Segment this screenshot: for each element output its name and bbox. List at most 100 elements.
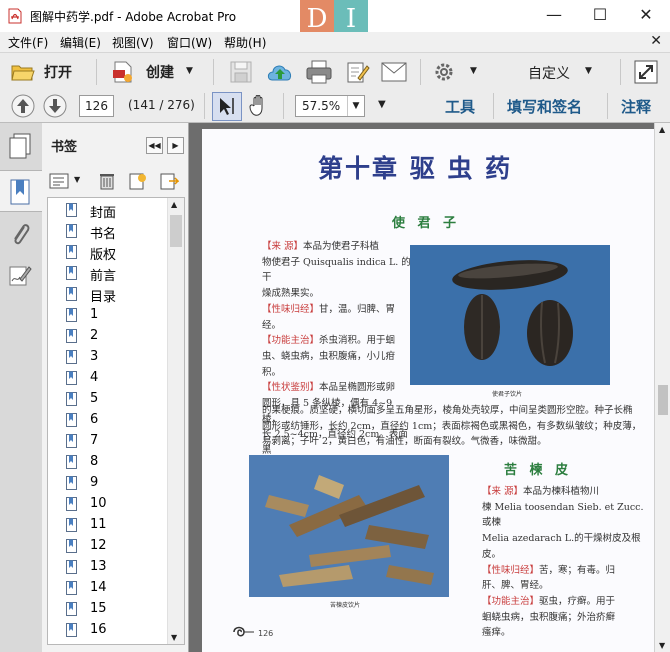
customize-dropdown-icon: ▼ <box>585 66 592 76</box>
save-icon[interactable] <box>230 61 252 83</box>
line-text: 驱虫，疗癣。用于 <box>539 595 616 607</box>
settings-dropdown-icon[interactable]: ▼ <box>470 66 477 76</box>
navigation-toolbar: 126 (141 / 276) 57.5% ▼ ▼ 工具 填写和签名 注释 <box>0 90 670 123</box>
customize-button[interactable]: 自定义 ▼ <box>525 59 605 85</box>
bookmark-item-icon <box>66 455 77 469</box>
bookmark-scroll-thumb[interactable] <box>170 215 182 247</box>
bookmarks-panel-title: 书签 <box>51 140 78 155</box>
gear-icon[interactable] <box>434 62 454 82</box>
section-label: 【来 源】 <box>482 486 524 497</box>
bookmark-item-label: 12 <box>90 538 107 553</box>
bookmark-item-icon <box>66 371 77 385</box>
doc-scroll-down-icon[interactable]: ▼ <box>659 641 665 650</box>
menu-view[interactable]: 视图(V) <box>112 34 154 51</box>
bookmark-list-scrollbar[interactable]: ▲ ▼ <box>167 198 184 644</box>
bookmarks-tab[interactable] <box>0 170 42 212</box>
panel-forward-icon[interactable]: ▶ <box>167 137 184 154</box>
comment-pane-button[interactable]: 注释 <box>621 96 651 117</box>
fill-sign-pane-button[interactable]: 填写和签名 <box>507 96 582 117</box>
herb1-full-text: 的果梗痕。质坚硬，横切面多呈五角星形，棱角处壳较厚，中间呈类圆形空腔。种子长椭圆… <box>262 403 642 450</box>
doc-scroll-up-icon[interactable]: ▲ <box>659 125 665 134</box>
page-number-input[interactable]: 126 <box>79 95 114 117</box>
acrobat-window: 图解中药学.pdf - Adobe Acrobat Pro DI — ☐ ✕ 文… <box>0 0 670 652</box>
menu-window[interactable]: 窗口(W) <box>167 34 212 51</box>
fullscreen-icon[interactable] <box>634 60 658 84</box>
edit-document-icon[interactable] <box>346 60 370 84</box>
bookmark-item-icon <box>66 350 77 364</box>
section-label: 【性状鉴别】 <box>262 382 320 394</box>
close-document-icon[interactable]: ✕ <box>650 33 662 49</box>
hand-tool-icon[interactable] <box>248 94 272 118</box>
zoom-dropdown-icon: ▼ <box>347 96 364 116</box>
text-line: Melia azedarach L.的干燥树皮及根 <box>482 531 652 547</box>
herb1-photo <box>410 245 610 385</box>
herb1-image <box>410 245 610 385</box>
menu-edit[interactable]: 编辑(E) <box>60 34 101 51</box>
scroll-up-icon[interactable]: ▲ <box>171 200 177 209</box>
line-text: 本品为楝科植物川 <box>523 486 600 497</box>
section-label: 【来 源】 <box>262 241 304 252</box>
page-count: (141 / 276) <box>128 98 195 112</box>
section-label: 【功能主治】 <box>482 595 540 607</box>
text-line: 皮。 <box>482 547 652 563</box>
signatures-icon[interactable] <box>8 263 32 287</box>
zoom-select[interactable]: 57.5% ▼ <box>295 95 365 117</box>
text-line: 圆形或纺锤形，长约 2cm，直径约 1cm；表面棕褐色或黑褐色，有多数纵皱纹；种… <box>262 420 642 432</box>
herb2-title: 苦 楝 皮 <box>504 463 573 478</box>
title-bar: 图解中药学.pdf - Adobe Acrobat Pro DI — ☐ ✕ <box>0 0 670 38</box>
print-icon[interactable] <box>306 60 332 84</box>
document-viewport[interactable]: 第十章 驱 虫 药 使 君 子 【来 源】本品为使君子科植 物使君子 Quisqu… <box>189 123 654 652</box>
bookmark-item-icon <box>66 266 77 280</box>
collapse-panel-icon[interactable]: ◀◀ <box>146 137 163 154</box>
bookmark-item-icon <box>66 602 77 616</box>
attachment-icon[interactable] <box>9 221 31 247</box>
bookmark-item-label: 书名 <box>90 227 117 242</box>
line-text: 瘙痒。 <box>482 627 511 639</box>
herb2-image <box>249 455 449 597</box>
next-page-icon[interactable] <box>43 94 67 118</box>
window-title: 图解中药学.pdf - Adobe Acrobat Pro <box>30 10 237 24</box>
maximize-button[interactable]: ☐ <box>577 0 623 32</box>
more-tools-icon[interactable]: ▼ <box>378 99 386 110</box>
tools-pane-button[interactable]: 工具 <box>445 96 475 117</box>
options-dropdown-icon[interactable]: ▼ <box>74 175 80 184</box>
navigation-pane-rail <box>0 123 43 652</box>
previous-page-icon[interactable] <box>11 94 35 118</box>
bookmark-item-icon <box>66 497 77 511</box>
line-text: 甘，温。归脾、胃 <box>319 303 396 315</box>
page-thumbnails-icon[interactable] <box>8 133 32 159</box>
create-button[interactable]: 创建 ▼ <box>108 57 198 87</box>
bookmark-item-icon <box>66 560 77 574</box>
bookmark-options-icon[interactable] <box>49 172 69 190</box>
bookmark-item-icon <box>66 224 77 238</box>
bookmark-item-label: 1 <box>90 307 99 322</box>
open-button[interactable]: 打开 <box>8 57 80 87</box>
new-bookmark-icon[interactable] <box>128 172 148 190</box>
document-scrollbar[interactable]: ▲ ▼ <box>654 123 670 652</box>
text-line: 瘙痒。 <box>482 625 652 641</box>
line-text: Melia azedarach L.的干燥树皮及根 <box>482 533 641 545</box>
menu-file[interactable]: 文件(F) <box>8 34 48 51</box>
bookmark-item-label: 16 <box>90 622 107 637</box>
bookmark-item-label: 版权 <box>90 248 117 263</box>
page-number: 126 <box>258 629 274 638</box>
bookmark-item-icon <box>66 413 77 427</box>
delete-bookmark-icon[interactable] <box>99 172 115 190</box>
menu-help[interactable]: 帮助(H) <box>224 34 266 51</box>
email-icon[interactable] <box>381 62 407 82</box>
herb1-text: 【来 源】本品为使君子科植 物使君子 Quisqualis indica L. 的… <box>262 239 412 490</box>
create-pdf-icon <box>113 61 132 83</box>
bookmark-item-icon <box>66 623 77 637</box>
bookmark-item-label: 8 <box>90 454 99 469</box>
document-scroll-thumb[interactable] <box>658 385 668 415</box>
scroll-down-icon[interactable]: ▼ <box>171 633 177 642</box>
expand-bookmark-icon[interactable] <box>159 172 179 190</box>
select-tool-button[interactable] <box>212 92 242 121</box>
section-label: 【功能主治】 <box>262 335 320 347</box>
close-button[interactable]: ✕ <box>623 0 669 32</box>
minimize-button[interactable]: — <box>531 0 577 32</box>
bookmark-list: ▲ ▼ 封面 书名 版权 前言 目录 1 2 3 4 5 6 7 8 9 10 11 12 13 14 15 16 <box>47 197 185 645</box>
bookmark-icon <box>10 179 30 205</box>
cloud-upload-icon[interactable] <box>266 60 294 84</box>
acrobat-icon <box>8 8 22 24</box>
